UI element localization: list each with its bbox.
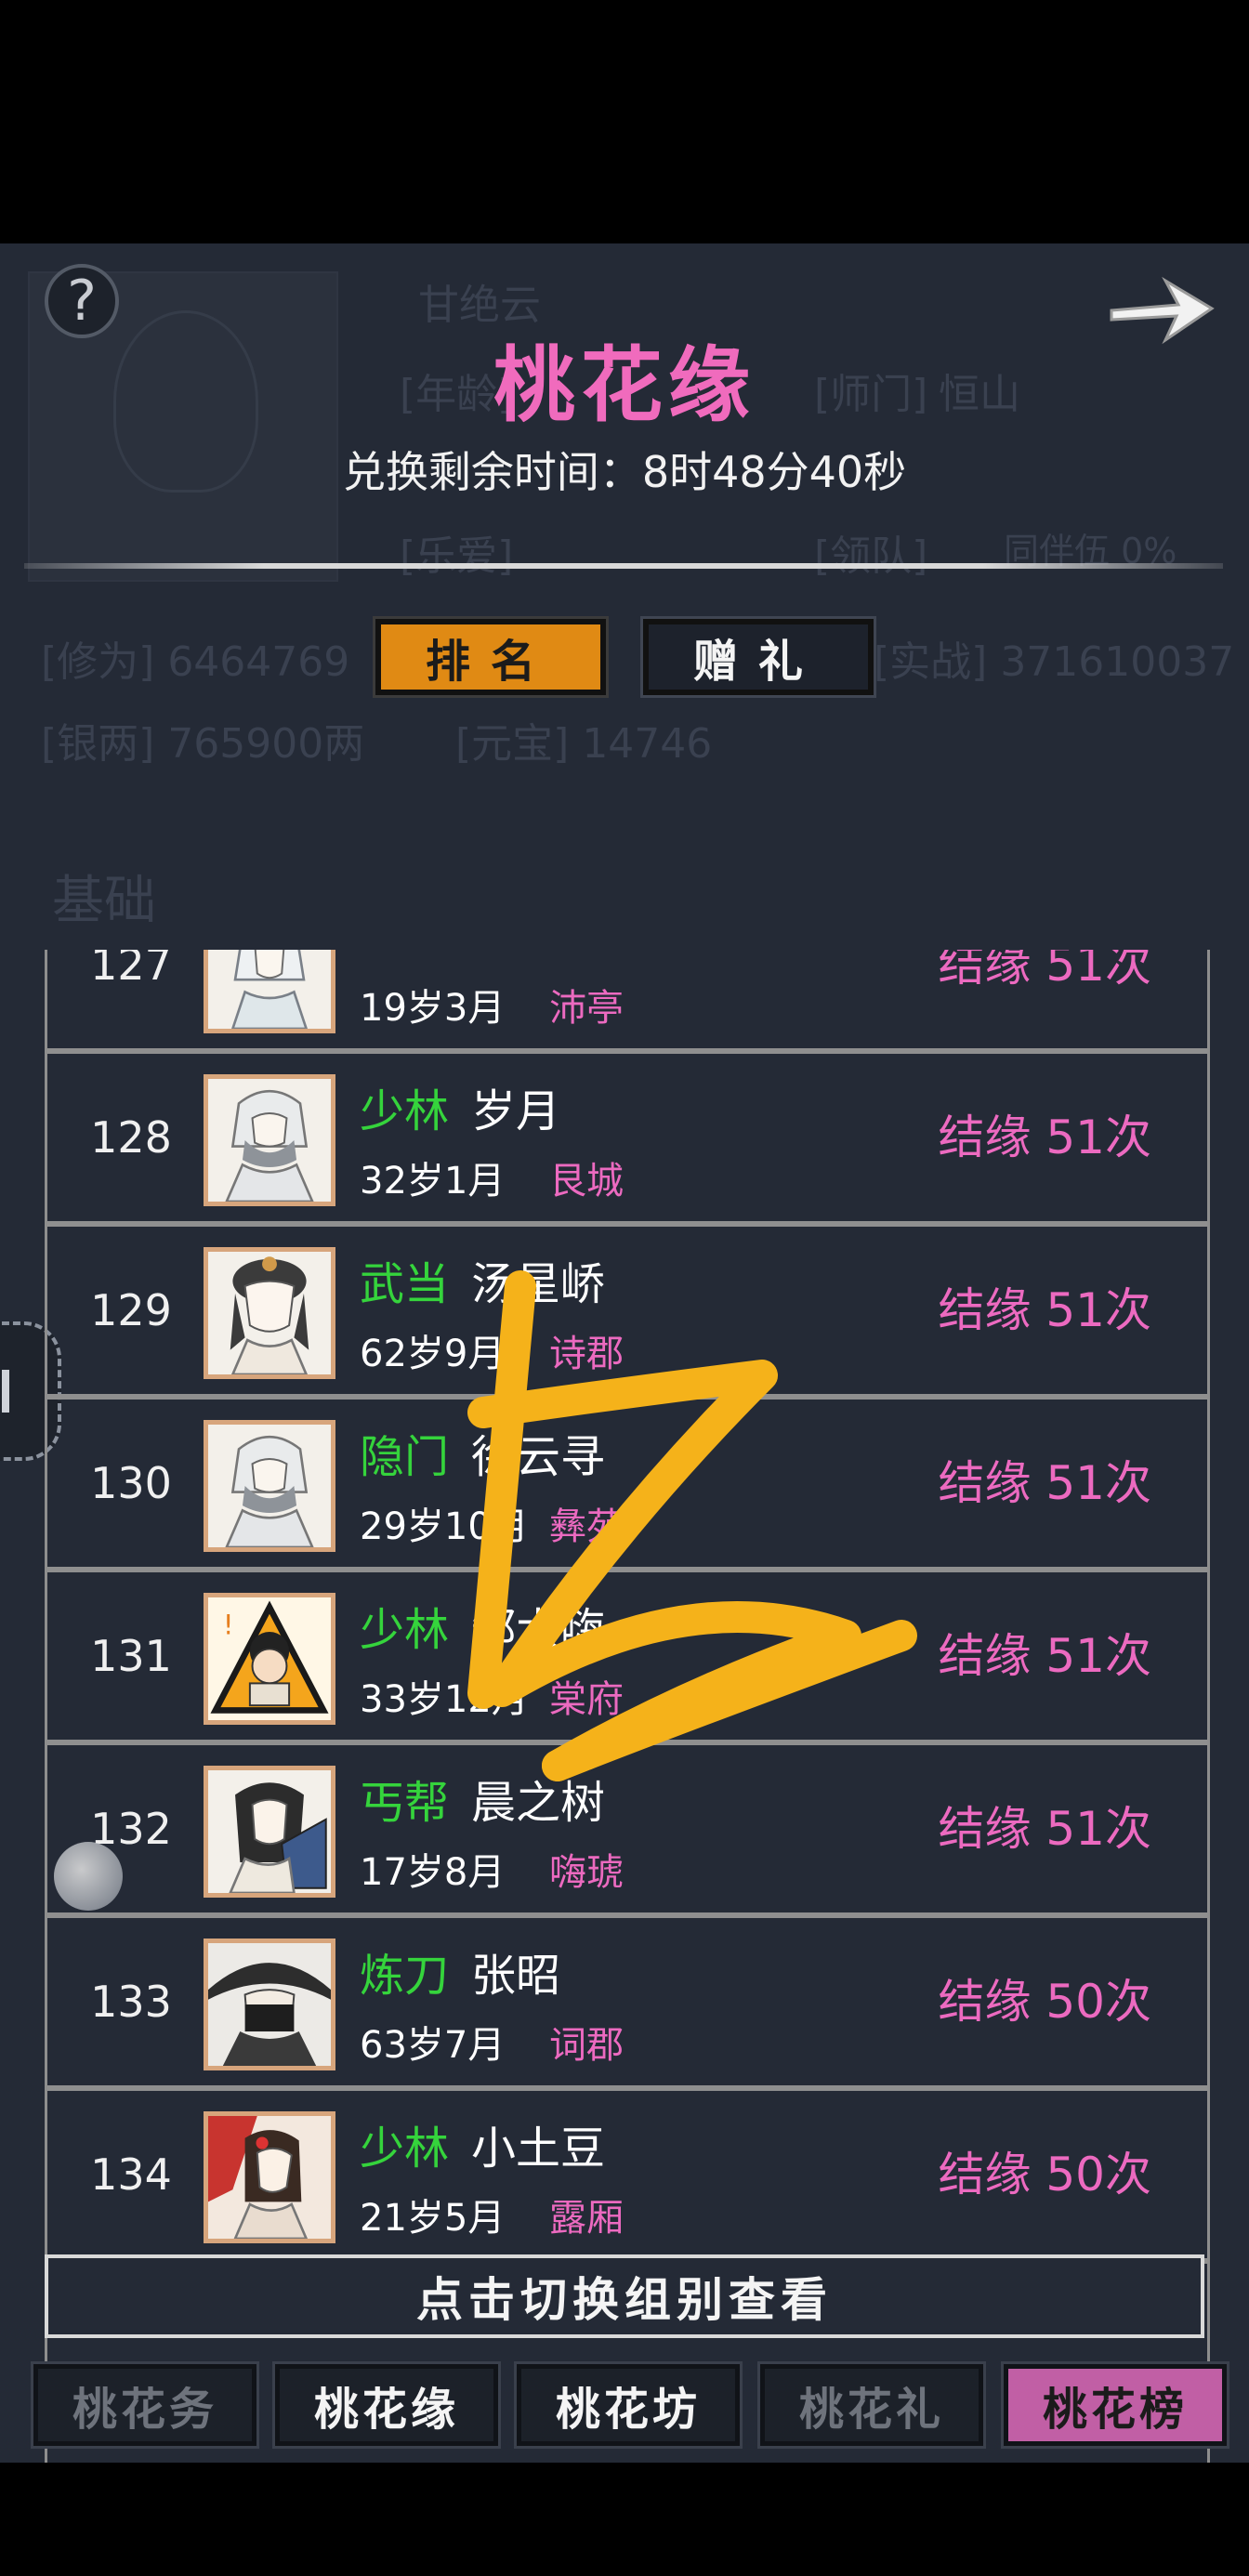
list-item[interactable]: 132 丐帮 晨之树 17岁8月 嗨琥 结缘 51次 <box>47 1745 1207 1918</box>
player-name: 郜大嗨 <box>471 1604 606 1656</box>
bottom-tab-taohuayuan[interactable]: 桃花缘 <box>275 2364 498 2446</box>
page-title: 桃花缘 <box>493 336 756 433</box>
player-school: 少林 <box>360 1604 450 1656</box>
bg-cultivation: [修为] 6464769 <box>41 638 350 686</box>
game-screen: 甘绝云 [年龄] [师门] 恒山 [乐爱] [领队] 同伴伍 0% [修为] 6… <box>0 243 1249 2463</box>
avatar[interactable] <box>204 2111 335 2243</box>
bond-count: 结缘 51次 <box>938 1802 1151 1856</box>
ranking-list[interactable]: 127 19岁3月 沛亭 结缘 51次 128 少林 岁月 32岁1月 艮城 结… <box>45 950 1210 2463</box>
bond-count: 结缘 51次 <box>938 1629 1151 1683</box>
list-item[interactable]: 127 19岁3月 沛亭 结缘 51次 <box>47 950 1207 1054</box>
player-age: 21岁5月 <box>360 2197 506 2240</box>
bond-count: 结缘 50次 <box>938 2148 1151 2201</box>
player-name: 晨之树 <box>471 1777 606 1829</box>
bg-silver: [银两] 765900两 <box>41 720 365 768</box>
player-age: 32岁1月 <box>360 1160 506 1203</box>
player-name: 张昭 <box>471 1950 561 2002</box>
player-age: 19岁3月 <box>360 987 506 1030</box>
bond-count: 结缘 51次 <box>938 1111 1151 1164</box>
bond-count: 结缘 51次 <box>938 950 1151 992</box>
avatar[interactable] <box>204 1420 335 1552</box>
bottom-tab-taohuabang[interactable]: 桃花榜 <box>1004 2364 1227 2446</box>
tab-gift[interactable]: 赠礼 <box>643 619 874 695</box>
bg-team-label: [领队] <box>814 532 928 580</box>
nav-bar-area <box>0 2463 1249 2576</box>
bond-count: 结缘 50次 <box>938 1975 1151 2029</box>
list-item[interactable]: 134 少林 小土豆 21岁5月 露厢 结缘 50次 <box>47 2091 1207 2264</box>
bg-combat: [实战] 371610037 <box>874 638 1235 686</box>
bond-count: 结缘 51次 <box>938 1456 1151 1510</box>
player-age: 33岁12月 <box>360 1678 529 1721</box>
bg-yuanbao: [元宝] 14746 <box>455 720 713 768</box>
avatar[interactable] <box>204 1074 335 1206</box>
list-item[interactable]: 131 ! 少林 郜大嗨 33岁12月 棠府 结缘 51次 <box>47 1572 1207 1745</box>
player-school: 武当 <box>360 1258 450 1310</box>
player-name: 汤星峤 <box>471 1258 606 1310</box>
switch-group-button[interactable]: 点击切换组别查看 <box>45 2254 1204 2338</box>
avatar[interactable] <box>204 1939 335 2070</box>
player-school: 少林 <box>360 1085 450 1137</box>
player-place: 沛亭 <box>549 987 624 1030</box>
rank-number: 127 <box>90 950 172 990</box>
bottom-tab-taohuali[interactable]: 桃花礼 <box>760 2364 983 2446</box>
player-place: 嗨琥 <box>549 1851 624 1894</box>
player-age: 62岁9月 <box>360 1333 506 1375</box>
avatar[interactable] <box>204 950 335 1033</box>
player-school: 炼刀 <box>360 1950 450 2002</box>
bond-count: 结缘 51次 <box>938 1283 1151 1337</box>
countdown-text: 兑换剩余时间：8时48分40秒 <box>342 447 907 497</box>
bg-spouse-label: [乐爱] <box>400 532 514 580</box>
player-place: 露厢 <box>549 2197 624 2240</box>
player-school: 隐门 <box>360 1431 450 1483</box>
player-name: 徐云寻 <box>471 1431 606 1483</box>
rank-number: 129 <box>90 1285 172 1335</box>
header-divider <box>24 563 1223 569</box>
player-place: 诗郡 <box>549 1333 624 1375</box>
list-item[interactable]: 129 武当 汤星峤 62岁9月 诗郡 结缘 51次 <box>47 1227 1207 1400</box>
player-place: 词郡 <box>549 2024 624 2067</box>
player-place: 彝苑 <box>549 1505 624 1548</box>
bottom-tab-taohuawu[interactable]: 桃花务 <box>33 2364 256 2446</box>
player-age: 29岁10月 <box>360 1505 529 1548</box>
avatar[interactable] <box>204 1766 335 1898</box>
rank-number: 133 <box>90 1977 172 2027</box>
player-school: 丐帮 <box>360 1777 450 1829</box>
bottom-tab-taohuafang[interactable]: 桃花坊 <box>517 2364 740 2446</box>
player-age: 17岁8月 <box>360 1851 506 1894</box>
floating-assistive-button[interactable] <box>54 1842 123 1911</box>
list-item[interactable]: 133 炼刀 张昭 63岁7月 词郡 结缘 50次 <box>47 1918 1207 2091</box>
list-item[interactable]: 130 隐门 徐云寻 29岁10月 彝苑 结缘 51次 <box>47 1400 1207 1572</box>
tab-rank[interactable]: 排名 <box>375 619 606 695</box>
list-item[interactable]: 128 少林 岁月 32岁1月 艮城 结缘 51次 <box>47 1054 1207 1227</box>
player-school: 少林 <box>360 2123 450 2175</box>
player-age: 63岁7月 <box>360 2024 506 2067</box>
player-place: 棠府 <box>549 1678 624 1721</box>
rank-number: 134 <box>90 2149 172 2200</box>
svg-text:!: ! <box>223 1610 234 1641</box>
rank-number: 128 <box>90 1112 172 1163</box>
player-name: 岁月 <box>471 1085 561 1137</box>
rank-number: 130 <box>90 1458 172 1508</box>
avatar[interactable] <box>204 1247 335 1379</box>
bg-basics: 基础 <box>52 871 156 931</box>
player-name: 小土豆 <box>471 2123 606 2175</box>
player-place: 艮城 <box>549 1160 624 1203</box>
avatar[interactable]: ! <box>204 1593 335 1725</box>
rank-number: 131 <box>90 1631 172 1681</box>
